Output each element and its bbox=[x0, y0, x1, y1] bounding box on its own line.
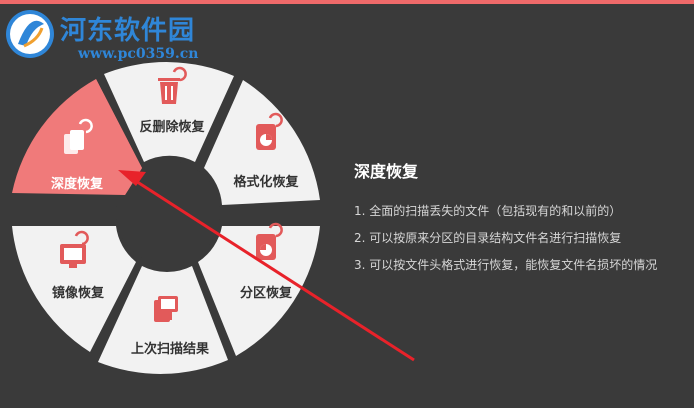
mode-feature-list: 1. 全面的扫描丢失的文件（包括现有的和以前的） 2. 可以按原来分区的目录结构… bbox=[354, 204, 690, 272]
segment-label: 深度恢复 bbox=[51, 176, 104, 192]
site-title: 河东软件园 bbox=[60, 16, 196, 46]
segment-label: 格式化恢复 bbox=[233, 174, 299, 190]
feature-item: 1. 全面的扫描丢失的文件（包括现有的和以前的） bbox=[354, 204, 622, 218]
segment-label: 镜像恢复 bbox=[52, 285, 105, 301]
site-url: www.pc0359.cn bbox=[78, 46, 199, 62]
site-watermark: 河东软件园 www.pc0359.cn bbox=[4, 6, 224, 66]
mode-description-panel: 深度恢复 1. 全面的扫描丢失的文件（包括现有的和以前的） 2. 可以按原来分区… bbox=[354, 158, 690, 285]
mode-title: 深度恢复 bbox=[354, 162, 419, 181]
segment-label: 反删除恢复 bbox=[139, 119, 205, 135]
feature-item: 2. 可以按原来分区的目录结构文件名进行扫描恢复 bbox=[354, 231, 622, 245]
site-logo-icon bbox=[6, 10, 54, 58]
segment-label: 上次扫描结果 bbox=[131, 341, 209, 357]
feature-item: 3. 可以按文件头格式进行恢复，能恢复文件名损坏的情况 bbox=[354, 258, 658, 272]
segment-label: 分区恢复 bbox=[240, 285, 293, 301]
